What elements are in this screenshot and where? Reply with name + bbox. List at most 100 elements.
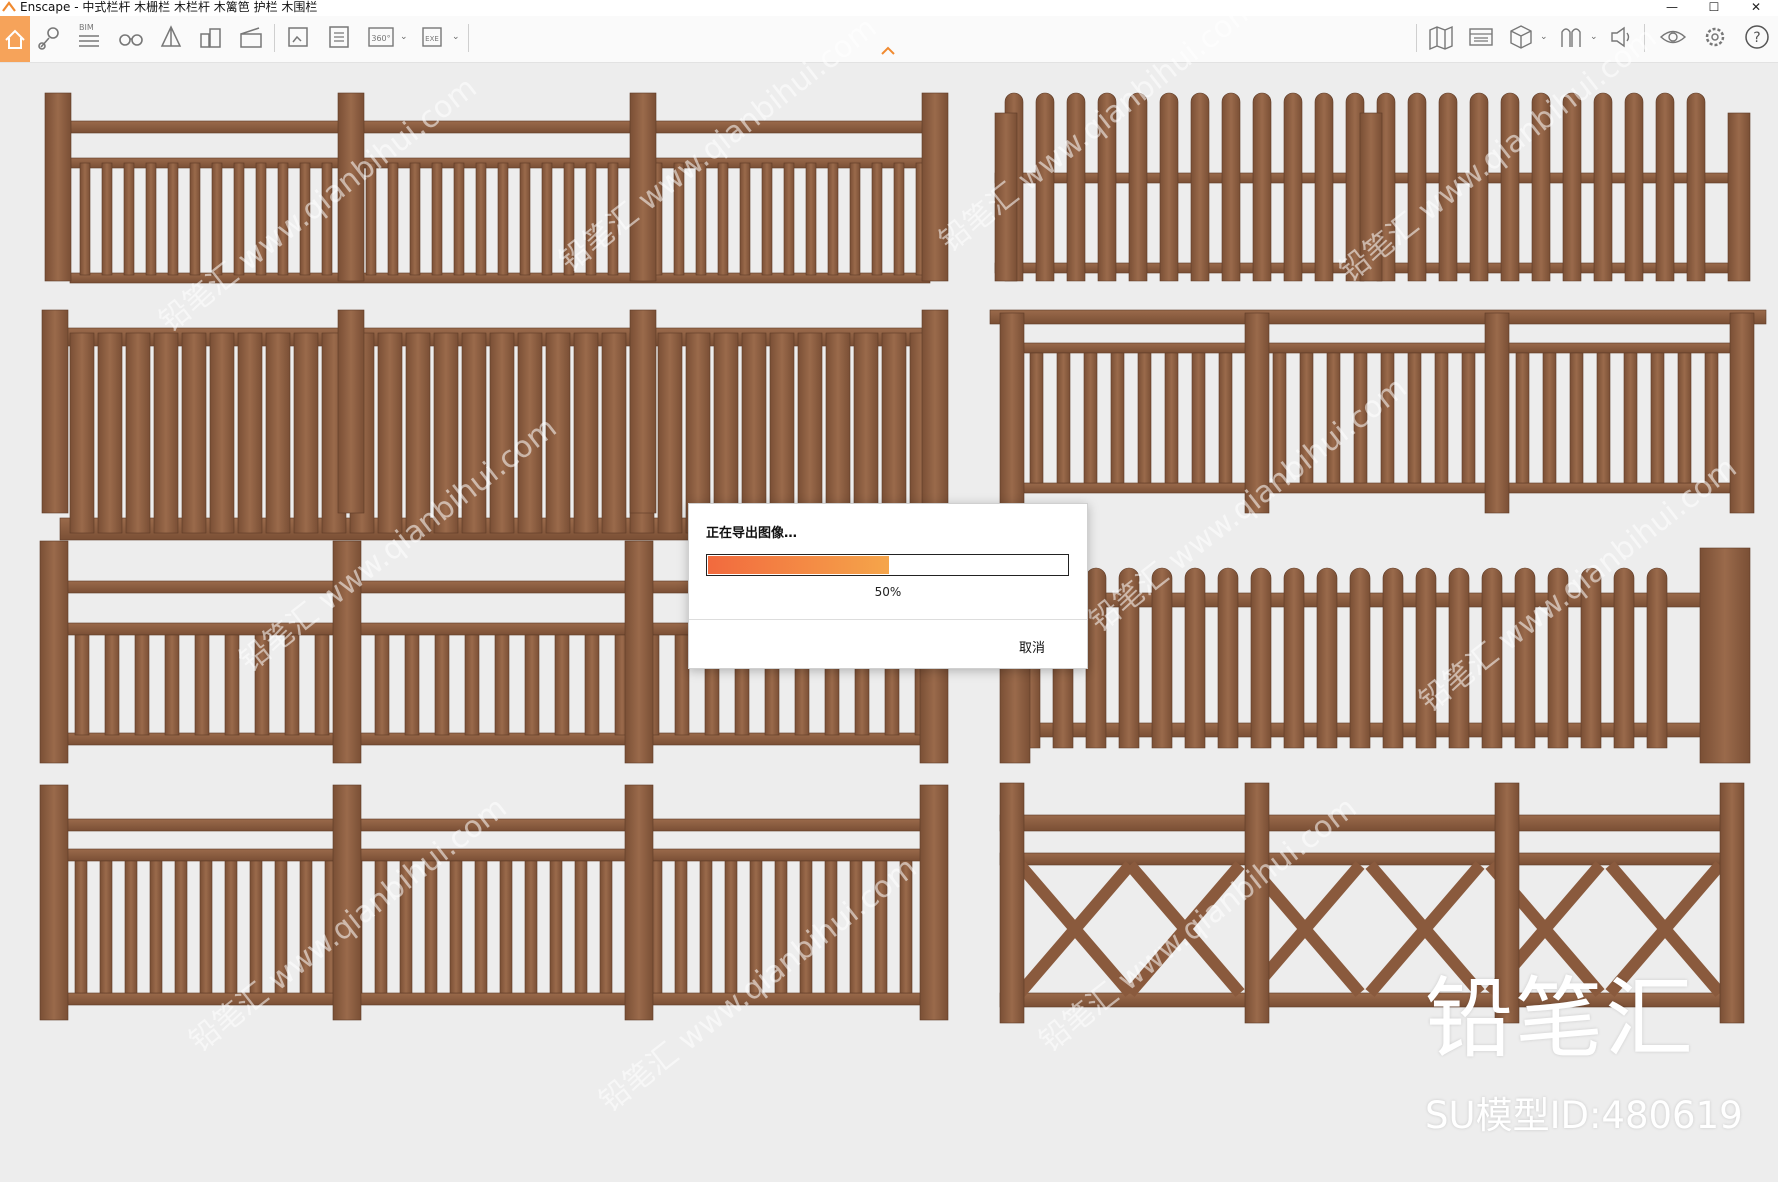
clapper-button[interactable] [236,22,266,52]
fence-baluster [607,162,619,276]
fence-baluster [824,860,838,994]
fence-baluster [125,332,151,534]
fence-baluster [209,332,235,534]
fence-rail [59,992,941,1006]
fence-baluster [399,860,413,994]
fence-baluster [224,634,240,736]
perspective-button[interactable] [156,22,186,52]
fence-baluster [409,162,421,276]
cancel-button[interactable]: 取消 [1019,637,1045,656]
fence-rail [989,309,1767,325]
panel-button[interactable] [1466,22,1496,52]
fence-picket [1349,567,1371,749]
exe-export-button[interactable]: EXE [418,22,448,52]
fence-picket [1190,92,1210,282]
fence-baluster [499,860,513,994]
fence-picket [1283,92,1303,282]
maximize-button[interactable]: ☐ [1694,0,1734,16]
fence-baluster [405,332,431,534]
materials-dropdown-caret[interactable]: ⌄ [1590,32,1598,42]
fence-picket [1035,92,1055,282]
fence-picket [1448,567,1470,749]
panorama-button[interactable]: 360° [366,22,396,52]
settings-icon [1705,27,1725,47]
fence-baluster [673,162,685,276]
fence-picket [1151,567,1173,749]
fence-baluster [1056,352,1071,484]
fence-rail [1019,482,1741,494]
fence-post [39,784,69,1021]
toolbar-separator [468,24,469,52]
fence-baluster [374,860,388,994]
location-button[interactable] [36,22,66,52]
fence-baluster [181,332,207,534]
fence-post [332,784,362,1021]
close-button[interactable]: ✕ [1736,0,1776,16]
fence-baluster [74,860,88,994]
help-button[interactable]: ? [1742,22,1772,52]
fence-baluster [849,162,861,276]
fence-picket [1184,567,1206,749]
fence-baluster [574,860,588,994]
fence-post [39,540,69,764]
fence-baluster [1569,352,1584,484]
enscape-logo-icon [2,1,16,12]
map-icon [1429,25,1453,51]
fence-baluster [1434,352,1449,484]
speaker-button[interactable] [1606,22,1636,52]
home-button[interactable] [0,16,30,62]
fence-rail [59,848,941,862]
exe-dropdown-caret[interactable]: ⌄ [452,32,460,42]
fence-picket [1221,92,1241,282]
fence-baluster [674,860,688,994]
fence-baluster [524,860,538,994]
fence-baluster [519,162,531,276]
fence-picket [1646,567,1668,749]
binoculars-button[interactable] [116,22,146,52]
fence-baluster [749,860,763,994]
fence-baluster [899,860,913,994]
toolbar-collapse-chevron-icon[interactable] [880,44,896,56]
fence-picket [1415,567,1437,749]
panorama-dropdown-caret[interactable]: ⌄ [400,32,408,42]
fence-baluster [524,634,540,736]
fence-post [994,112,1018,282]
cube-button[interactable] [1506,22,1536,52]
fence-baluster [314,634,330,736]
fence-baluster [573,332,599,534]
buildings-button[interactable] [196,22,226,52]
fence-picket [1283,567,1305,749]
fence-picket [1097,92,1117,282]
fence-baluster [1353,352,1368,484]
fence-picket [1250,567,1272,749]
materials-icon [1561,28,1581,47]
fence-baluster [374,634,390,736]
fence-post [337,92,365,282]
settings-button[interactable] [1700,22,1730,52]
fence-baluster [123,162,135,276]
fence-baluster [554,634,570,736]
fence-baluster [783,162,795,276]
cube-dropdown-caret[interactable]: ⌄ [1540,32,1548,42]
fence-picket [1547,567,1569,749]
fence-baluster [224,860,238,994]
fence-baluster [321,162,333,276]
map-button[interactable] [1426,22,1456,52]
progress-percent: 50% [874,585,902,599]
fence-baluster [1191,352,1206,484]
fence-picket [1252,92,1272,282]
fence-picket [1407,92,1427,282]
bim-list-button[interactable] [74,22,104,52]
batch-export-button[interactable] [324,22,354,52]
fence-cross-brace [1125,861,1245,997]
minimize-button[interactable]: — [1652,0,1692,16]
fence-baluster [237,332,263,534]
visibility-button[interactable] [1658,22,1688,52]
fence-baluster [695,162,707,276]
materials-button[interactable] [1556,22,1586,52]
fence-baluster [893,162,905,276]
fence-baluster [601,332,627,534]
fence-post [919,784,949,1021]
fence-baluster [541,162,553,276]
export-image-button[interactable] [284,22,314,52]
